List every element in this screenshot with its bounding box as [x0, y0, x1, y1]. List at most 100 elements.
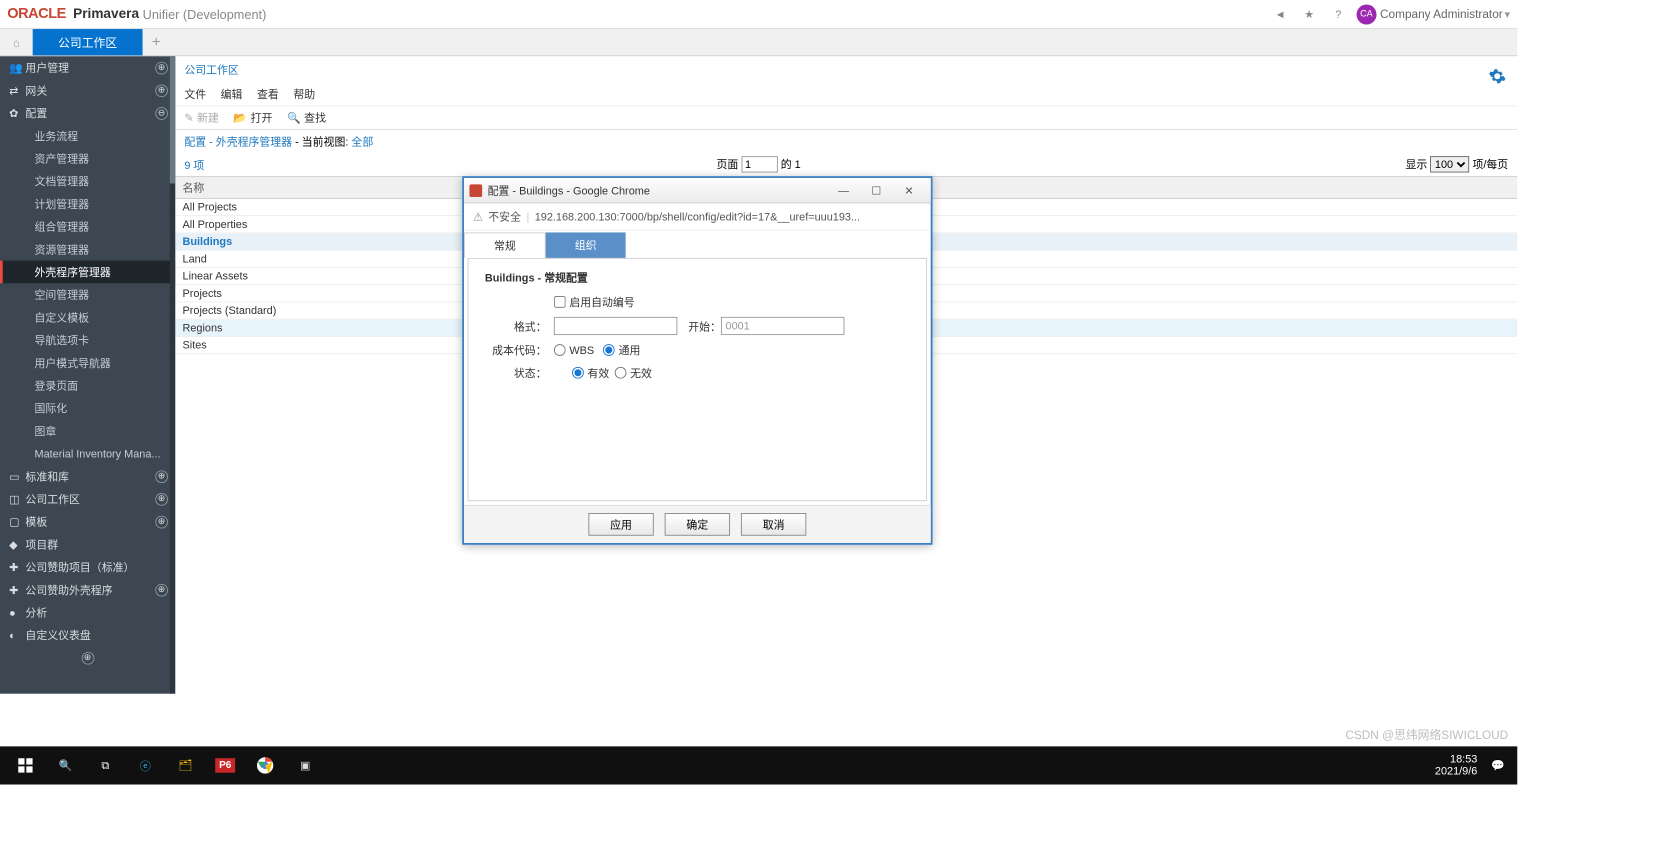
tab-org[interactable]: 组织	[546, 232, 626, 257]
path-row: 配置 - 外壳程序管理器 - 当前视图: 全部	[175, 130, 1517, 153]
minimize-button[interactable]: —	[827, 181, 860, 199]
user-name[interactable]: Company Administrator	[1380, 7, 1503, 21]
start-button[interactable]	[5, 746, 45, 784]
settings-gear-icon[interactable]	[1488, 67, 1506, 85]
explorer-icon[interactable]: 🗂	[165, 746, 205, 784]
search-icon[interactable]: 🔍	[45, 746, 85, 784]
per-page-select[interactable]: 100	[1430, 156, 1469, 172]
breadcrumb-link[interactable]: 公司工作区	[184, 64, 238, 77]
menu-edit[interactable]: 编辑	[221, 86, 243, 101]
p6-icon[interactable]: P6	[205, 746, 245, 784]
oracle-logo: ORACLE	[7, 6, 66, 22]
find-button[interactable]: 🔍查找	[287, 110, 326, 125]
sidebar-sub-login[interactable]: 登录页面	[0, 374, 175, 397]
page-of: 的 1	[781, 158, 801, 171]
sidebar-item-dashboard[interactable]: ◐自定义仪表盘	[0, 624, 175, 647]
menu-view[interactable]: 查看	[257, 86, 279, 101]
format-label: 格式：	[485, 318, 554, 333]
expand-icon[interactable]: ⊕	[155, 583, 168, 596]
announce-icon[interactable]: ◄	[1269, 3, 1291, 25]
open-button[interactable]: 📂打开	[233, 110, 272, 125]
sidebar-item-analysis[interactable]: ●分析	[0, 601, 175, 624]
cancel-button[interactable]: 取消	[741, 513, 806, 536]
home-icon[interactable]: ⌂	[0, 29, 33, 55]
expand-icon[interactable]: ⊕	[155, 84, 168, 97]
sidebar-item-compws[interactable]: ◫公司工作区⊕	[0, 488, 175, 511]
valid-radio[interactable]	[572, 367, 584, 379]
url-text[interactable]: 192.168.200.130:7000/bp/shell/config/edi…	[535, 210, 860, 223]
sidebar-sub-bizflow[interactable]: 业务流程	[0, 124, 175, 147]
expand-icon[interactable]: ⊕	[155, 470, 168, 483]
close-button[interactable]: ✕	[893, 181, 926, 199]
ok-button[interactable]: 确定	[665, 513, 730, 536]
collapse-icon[interactable]: ⊖	[155, 107, 168, 120]
add-tab-icon[interactable]: +	[143, 29, 170, 55]
user-menu-chevron-icon[interactable]: ▾	[1505, 8, 1510, 21]
wbs-radio[interactable]	[554, 344, 566, 356]
sidebar-sub-plan[interactable]: 计划管理器	[0, 192, 175, 215]
pagination-row: 9 项 页面 的 1 显示 100 项/每页	[175, 153, 1517, 177]
tab-company-workspace[interactable]: 公司工作区	[33, 29, 143, 55]
apply-button[interactable]: 应用	[588, 513, 653, 536]
sidebar-scrollbar[interactable]	[170, 56, 175, 693]
sidebar-sub-navtab[interactable]: 导航选项卡	[0, 329, 175, 352]
breadcrumb: 公司工作区	[175, 56, 1517, 82]
sidebar-sub-doc[interactable]: 文档管理器	[0, 170, 175, 193]
scrollbar-thumb[interactable]	[170, 56, 175, 183]
sidebar-sub-asset[interactable]: 资产管理器	[0, 147, 175, 170]
start-input[interactable]	[721, 317, 844, 335]
notifications-icon[interactable]: 💬	[1485, 746, 1512, 784]
sidebar-item-config[interactable]: ✿配置⊖	[0, 102, 175, 125]
path-link[interactable]: 配置 - 外壳程序管理器	[184, 135, 292, 148]
page-label: 页面	[717, 158, 739, 171]
insecure-label: 不安全	[488, 209, 521, 224]
sidebar-item-stdlib[interactable]: ▭标准和库⊕	[0, 465, 175, 488]
sidebar-sub-material[interactable]: Material Inventory Mana...	[0, 442, 175, 465]
sidebar-item-sponsor-shell[interactable]: ✚公司赞助外壳程序⊕	[0, 578, 175, 601]
format-input[interactable]	[554, 317, 677, 335]
auto-number-checkbox[interactable]	[554, 296, 566, 308]
page-input[interactable]	[741, 156, 777, 172]
sidebar-sub-resource[interactable]: 资源管理器	[0, 238, 175, 261]
sidebar-item-users[interactable]: 👥用户管理⊕	[0, 56, 175, 79]
terminal-icon[interactable]: ▣	[285, 746, 325, 784]
sidebar-sub-custtpl[interactable]: 自定义模板	[0, 306, 175, 329]
sidebar-sub-i18n[interactable]: 国际化	[0, 397, 175, 420]
menu-help[interactable]: 帮助	[293, 86, 315, 101]
avatar[interactable]: CA	[1356, 4, 1376, 24]
help-icon[interactable]: ?	[1327, 3, 1349, 25]
expand-icon[interactable]: ⊕	[155, 61, 168, 74]
status-label: 状态：	[485, 365, 554, 380]
sidebar-item-tpl[interactable]: ▢模板⊕	[0, 510, 175, 533]
dialog-titlebar[interactable]: 配置 - Buildings - Google Chrome — ☐ ✕	[464, 178, 931, 203]
dialog-footer: 应用 确定 取消	[464, 505, 931, 543]
taskview-icon[interactable]: ⧉	[85, 746, 125, 784]
sidebar-sub-space[interactable]: 空间管理器	[0, 283, 175, 306]
sidebar-item-gateway[interactable]: ⇄网关⊕	[0, 79, 175, 102]
watermark: CSDN @思纬网络SIWICLOUD	[1345, 725, 1508, 742]
maximize-button[interactable]: ☐	[860, 181, 893, 199]
ie-icon[interactable]: ⓔ	[125, 746, 165, 784]
star-icon[interactable]: ★	[1298, 3, 1320, 25]
sidebar-item-sponsor-proj[interactable]: ✚公司赞助项目（标准）	[0, 556, 175, 579]
sidebar-sub-stamp[interactable]: 图章	[0, 419, 175, 442]
start-label: 开始：	[688, 318, 721, 333]
expand-icon[interactable]: ⊕	[155, 493, 168, 506]
invalid-radio[interactable]	[615, 367, 627, 379]
sidebar-sub-usernav[interactable]: 用户模式导航器	[0, 351, 175, 374]
chrome-icon[interactable]	[245, 746, 285, 784]
show-label: 显示	[1406, 158, 1428, 171]
general-radio[interactable]	[603, 344, 615, 356]
clock[interactable]: 18:53 2021/9/6	[1435, 754, 1485, 778]
expand-icon[interactable]: ⊕	[155, 515, 168, 528]
sidebar-item-projgroup[interactable]: ◆项目群	[0, 533, 175, 556]
sidebar-sub-shell[interactable]: 外壳程序管理器	[0, 261, 175, 284]
tab-general[interactable]: 常规	[464, 232, 546, 257]
sidebar-item-more[interactable]: ⊕	[0, 646, 175, 669]
new-button[interactable]: ✎新建	[184, 110, 219, 125]
expand-icon[interactable]: ⊕	[81, 651, 94, 664]
menu-file[interactable]: 文件	[184, 86, 206, 101]
view-all-link[interactable]: 全部	[351, 135, 373, 148]
sidebar-sub-portfolio[interactable]: 组合管理器	[0, 215, 175, 238]
oracle-favicon-icon	[469, 184, 482, 197]
